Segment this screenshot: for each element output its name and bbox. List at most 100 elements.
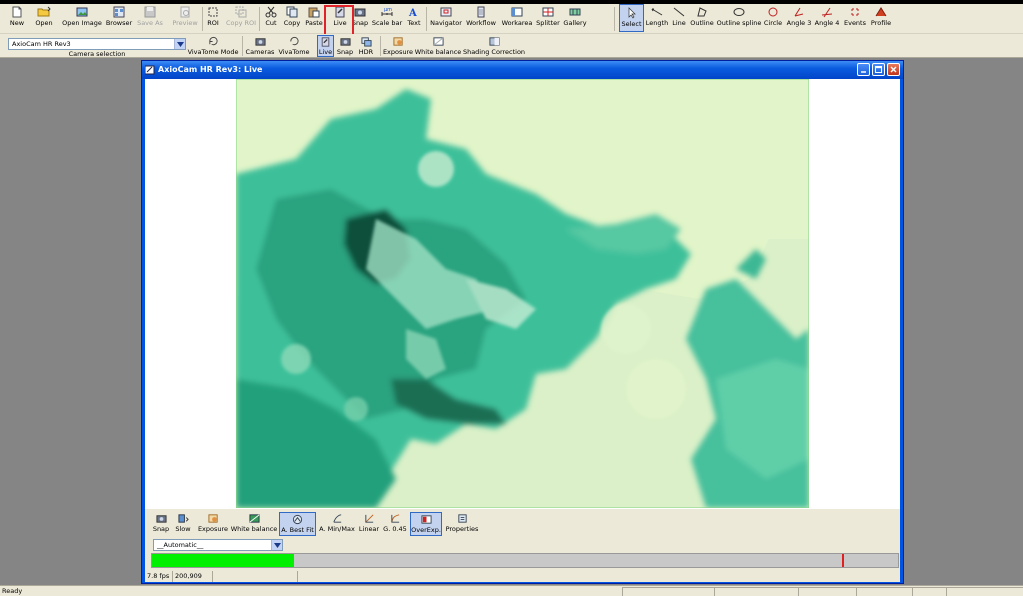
toolbar-button-navigator[interactable]: Navigator	[429, 4, 463, 32]
toolbar-button-snap-camera[interactable]: Snap	[336, 35, 354, 57]
toolbar-button-length[interactable]: Length	[646, 4, 668, 32]
toolbar-button-shading-correction[interactable]: Shading Correction	[463, 35, 525, 57]
line-icon	[673, 7, 685, 17]
control-button-gamma[interactable]: G. 0.45	[383, 512, 407, 536]
toolbar-button-preview[interactable]: Preview	[170, 4, 200, 32]
toolbar-button-label: Live	[318, 48, 333, 56]
toolbar-button-new[interactable]: New	[7, 4, 27, 32]
workflow-icon	[477, 6, 485, 18]
slow-icon	[177, 514, 189, 523]
live-window-statusbar: 7.8 fps 200,909	[145, 571, 900, 582]
toolbar-button-circle[interactable]: Circle	[763, 4, 783, 32]
toolbar-separator	[259, 7, 260, 31]
circle-icon	[768, 7, 778, 17]
select-arrow-icon	[628, 7, 636, 19]
toolbar-button-save-as[interactable]: Save As	[136, 4, 164, 32]
snap-camera-icon	[155, 515, 167, 523]
toolbar-button-profile[interactable]: Profile	[869, 4, 893, 32]
control-button-min-max[interactable]: A. Min/Max	[319, 512, 355, 536]
control-button-white-balance[interactable]: White balance	[231, 512, 277, 536]
live-image-area	[145, 79, 900, 509]
control-button-slow[interactable]: Slow	[174, 512, 192, 536]
toolbar-button-vivatome-mode[interactable]: VivaTome Mode	[188, 35, 238, 57]
live-microscope-image[interactable]	[236, 79, 809, 508]
toolbar-button-label: Splitter	[536, 19, 560, 27]
workarea-icon	[511, 7, 523, 17]
fps-readout: 7.8 fps	[145, 571, 173, 582]
toolbar-button-live[interactable]: Live	[330, 4, 350, 32]
toolbar-button-label: Live	[333, 19, 347, 27]
toolbar-button-label: Line	[672, 19, 686, 27]
live-window-body: Snap Slow Exposure White balance A. Best…	[145, 79, 900, 582]
properties-icon	[457, 514, 467, 523]
control-button-label: Snap	[152, 525, 170, 533]
toolbar-button-line[interactable]: Line	[671, 4, 687, 32]
histogram-bar[interactable]	[151, 553, 899, 568]
toolbar-button-scale-bar[interactable]: µm Scale bar	[372, 4, 402, 32]
toolbar-button-browser[interactable]: Browser	[105, 4, 133, 32]
toolbar-button-workflow[interactable]: Workflow	[466, 4, 496, 32]
toolbar-button-gallery[interactable]: Gallery	[563, 4, 587, 32]
angle-4-icon	[821, 7, 833, 18]
toolbar-button-splitter[interactable]: Splitter	[536, 4, 560, 32]
outline-icon	[697, 7, 707, 17]
live-window-titlebar[interactable]: AxioCam HR Rev3: Live	[142, 61, 903, 79]
toolbar-button-copy[interactable]: Copy	[282, 4, 302, 32]
toolbar-button-roi[interactable]: ROI	[204, 4, 222, 32]
vivatome-icon	[289, 36, 299, 46]
control-button-exposure[interactable]: Exposure	[198, 512, 228, 536]
toolbar-button-outline[interactable]: Outline	[690, 4, 714, 32]
white-balance-icon	[432, 37, 444, 46]
main-toolbar: New Open Open Image Browser Save As Prev…	[0, 4, 1023, 34]
toolbar-button-text[interactable]: A Text	[405, 4, 423, 32]
snap-camera-icon	[339, 38, 351, 46]
toolbar-button-events[interactable]: Events	[843, 4, 867, 32]
roi-icon	[208, 7, 218, 17]
vivatome-mode-icon	[208, 36, 218, 46]
toolbar-button-cut[interactable]: Cut	[263, 4, 279, 32]
control-button-label: A. Best Fit	[281, 526, 314, 534]
toolbar-button-label: Shading Correction	[462, 48, 526, 56]
chevron-down-icon[interactable]	[271, 540, 282, 550]
svg-text:A: A	[408, 8, 417, 18]
close-icon	[890, 66, 897, 73]
toolbar-button-workarea[interactable]: Workarea	[500, 4, 534, 32]
chevron-down-icon[interactable]	[174, 39, 185, 49]
control-button-label: Slow	[175, 525, 191, 533]
toolbar-button-angle-3[interactable]: Angle 3	[786, 4, 812, 32]
display-mode-select[interactable]: __Automatic__	[153, 539, 283, 551]
close-button[interactable]	[887, 63, 900, 76]
control-button-best-fit[interactable]: A. Best Fit	[279, 512, 316, 536]
toolbar-button-hdr[interactable]: HDR	[356, 35, 376, 57]
toolbar-button-outline-spline[interactable]: Outline spline	[717, 4, 761, 32]
control-button-overexposure[interactable]: OverExp.	[410, 512, 442, 536]
toolbar-button-select[interactable]: Select	[619, 4, 644, 32]
navigator-icon	[440, 7, 452, 17]
toolbar-button-angle-4[interactable]: Angle 4	[814, 4, 840, 32]
toolbar-button-label: Circle	[763, 19, 783, 27]
toolbar-button-open[interactable]: Open	[33, 4, 55, 32]
camera-select-dropdown[interactable]: AxioCam HR Rev3	[8, 38, 186, 50]
toolbar-button-label: Exposure	[382, 48, 414, 56]
toolbar-button-exposure[interactable]: Exposure	[383, 35, 413, 57]
toolbar-button-snap[interactable]: Snap	[351, 4, 369, 32]
toolbar-button-white-balance[interactable]: White balance	[415, 35, 461, 57]
control-button-label: Properties	[445, 525, 479, 533]
toolbar-button-label: Cut	[265, 19, 277, 27]
histogram-max-marker[interactable]	[842, 554, 844, 567]
toolbar-button-vivatome[interactable]: VivaTome	[277, 35, 311, 57]
toolbar-button-label: Navigator	[430, 19, 462, 27]
toolbar-button-open-image[interactable]: Open Image	[62, 4, 102, 32]
toolbar-button-live-camera[interactable]: Live	[317, 35, 334, 57]
control-button-snap[interactable]: Snap	[152, 512, 170, 536]
control-button-properties[interactable]: Properties	[445, 512, 479, 536]
minimize-button[interactable]	[857, 63, 870, 76]
toolbar-separator	[426, 7, 427, 31]
control-button-linear[interactable]: Linear	[358, 512, 380, 536]
maximize-button[interactable]	[872, 63, 885, 76]
toolbar-button-paste[interactable]: Paste	[304, 4, 324, 32]
toolbar-button-cameras[interactable]: Cameras	[246, 35, 274, 57]
histogram-fill	[152, 554, 294, 567]
toolbar-button-copy-roi[interactable]: Copy ROI	[225, 4, 257, 32]
preview-icon	[180, 6, 190, 18]
